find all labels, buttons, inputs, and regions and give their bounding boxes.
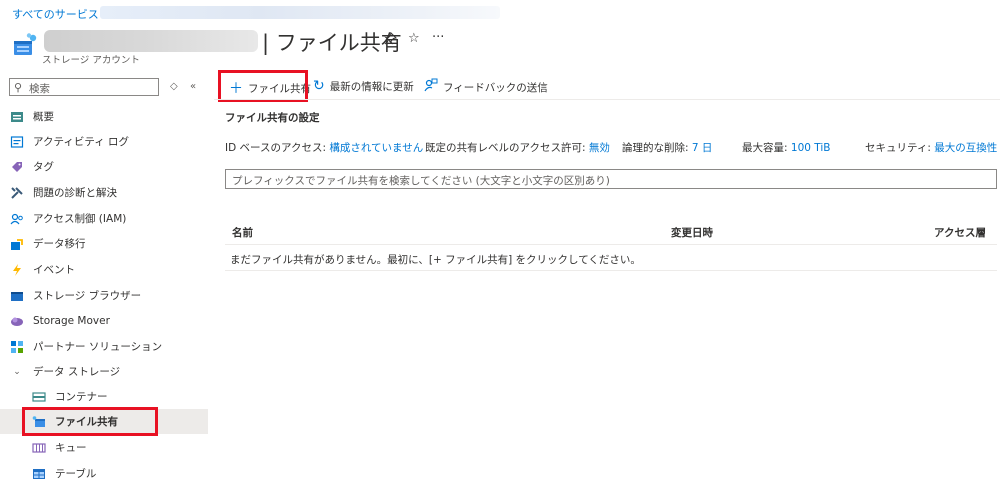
storage-browser-icon	[10, 289, 24, 303]
sidebar-item-label: コンテナー	[55, 391, 108, 403]
prop-value-link[interactable]: 最大の互換性	[934, 142, 997, 154]
prop-max-capacity: 最大容量: 100 TiB	[742, 140, 830, 155]
breadcrumb: すべてのサービス ›	[12, 6, 110, 22]
sidebar-item-label: アクセス制御 (IAM)	[33, 213, 127, 225]
blurred-breadcrumb	[100, 6, 500, 19]
sidebar-item-label: イベント	[33, 264, 75, 276]
column-header-access-tier[interactable]: アクセス層	[934, 225, 986, 240]
highlight-file-share-nav	[22, 407, 158, 436]
page-subtitle: ストレージ アカウント	[42, 55, 140, 66]
sort-icon[interactable]: ◇	[170, 81, 178, 92]
container-icon	[32, 390, 46, 404]
sidebar-item-label: テーブル	[55, 468, 97, 480]
partner-icon	[10, 340, 24, 354]
sidebar-item-label: キュー	[55, 442, 87, 454]
star-icon[interactable]: ☆	[408, 31, 420, 46]
highlight-add-button	[218, 70, 308, 102]
row-divider	[225, 270, 997, 271]
settings-title: ファイル共有の設定	[225, 112, 320, 124]
sidebar-item-label: データ移行	[33, 238, 86, 250]
prop-label: 既定の共有レベルのアクセス許可:	[425, 142, 586, 154]
page-title: | ファイル共有	[262, 31, 402, 55]
prop-default-share-permission: 既定の共有レベルのアクセス許可: 無効	[425, 140, 610, 155]
sidebar-item-label: パートナー ソリューション	[33, 341, 163, 353]
tag-icon	[10, 160, 24, 174]
table-icon	[32, 467, 46, 481]
file-share-search-input[interactable]: プレフィックスでファイル共有を検索してください (大文字と小文字の区別あり)	[225, 169, 997, 189]
sidebar-item-label: Storage Mover	[33, 314, 110, 327]
blurred-resource-name	[44, 30, 258, 52]
feedback-button[interactable]: フィードバックの送信	[424, 78, 548, 96]
sidebar-item-containers[interactable]: コンテナー	[0, 384, 208, 409]
collapse-sidebar-icon[interactable]: «	[190, 81, 196, 92]
sidebar-item-iam[interactable]: アクセス制御 (IAM)	[0, 206, 208, 231]
refresh-label: 最新の情報に更新	[329, 80, 414, 93]
sidebar-item-partner-solutions[interactable]: パートナー ソリューション	[0, 334, 208, 359]
sidebar-item-events[interactable]: イベント	[0, 257, 208, 282]
chevron-down-icon: ⌄	[13, 366, 21, 377]
sidebar-item-data-migration[interactable]: データ移行	[0, 231, 208, 256]
column-header-modified[interactable]: 変更日時	[671, 225, 713, 240]
feedback-icon	[424, 78, 438, 96]
refresh-button[interactable]: ↻ 最新の情報に更新	[313, 78, 414, 94]
sidebar-item-queues[interactable]: キュー	[0, 435, 208, 460]
feedback-label: フィードバックの送信	[443, 81, 548, 94]
data-migration-icon	[10, 237, 24, 251]
iam-icon	[10, 212, 24, 226]
storage-mover-icon	[10, 314, 24, 328]
sidebar-item-tags[interactable]: タグ	[0, 154, 208, 179]
prop-label: ID ベースのアクセス:	[225, 142, 327, 154]
sidebar-group-data-storage[interactable]: ⌄ データ ストレージ	[0, 359, 208, 384]
more-icon[interactable]: ···	[432, 30, 444, 45]
sidebar-item-label: 問題の診断と解決	[33, 187, 117, 199]
header-divider	[225, 244, 997, 245]
toolbar-divider	[214, 99, 1000, 100]
queue-icon	[32, 441, 46, 455]
search-icon: ⚲	[14, 81, 23, 94]
prop-identity-access: ID ベースのアクセス: 構成されていません	[225, 140, 423, 155]
prop-value-link[interactable]: 構成されていません	[329, 142, 423, 154]
breadcrumb-all-services[interactable]: すべてのサービス	[12, 8, 99, 21]
prop-value-link[interactable]: 100 TiB	[791, 142, 831, 154]
prop-label: 論理的な削除:	[622, 142, 689, 154]
events-icon	[10, 263, 24, 277]
sidebar-item-overview[interactable]: 概要	[0, 104, 208, 129]
prop-label: 最大容量:	[742, 142, 788, 154]
diagnose-icon	[10, 186, 24, 200]
sidebar-item-label: データ ストレージ	[33, 366, 121, 378]
activity-log-icon	[10, 135, 24, 149]
sidebar-search[interactable]: ⚲ 検索	[9, 78, 159, 96]
empty-message: まだファイル共有がありません。最初に、[+ ファイル共有] をクリックしてくださ…	[230, 254, 641, 266]
filter-placeholder: プレフィックスでファイル共有を検索してください (大文字と小文字の区別あり)	[232, 175, 610, 187]
column-header-name[interactable]: 名前	[232, 225, 253, 240]
sidebar-item-label: アクティビティ ログ	[33, 136, 130, 148]
sidebar-item-tables[interactable]: テーブル	[0, 461, 208, 486]
prop-value-link[interactable]: 7 日	[692, 142, 713, 154]
overview-icon	[10, 110, 24, 124]
pin-icon[interactable]	[384, 31, 398, 49]
sidebar-item-storage-browser[interactable]: ストレージ ブラウザー	[0, 283, 208, 308]
sidebar-item-diagnose[interactable]: 問題の診断と解決	[0, 180, 208, 205]
prop-value-link[interactable]: 無効	[589, 142, 610, 154]
sidebar-item-label: 概要	[33, 111, 54, 123]
prop-label: セキュリティ:	[865, 142, 931, 154]
search-placeholder: 検索	[29, 83, 50, 95]
sidebar-item-storage-mover[interactable]: Storage Mover	[0, 308, 208, 333]
sidebar-item-label: ストレージ ブラウザー	[33, 290, 142, 302]
sidebar-item-label: タグ	[33, 161, 54, 173]
storage-account-icon	[12, 32, 38, 58]
prop-soft-delete: 論理的な削除: 7 日	[622, 140, 712, 155]
refresh-icon: ↻	[313, 78, 325, 94]
prop-security: セキュリティ: 最大の互換性	[865, 140, 997, 155]
sidebar-item-activity-log[interactable]: アクティビティ ログ	[0, 129, 208, 154]
